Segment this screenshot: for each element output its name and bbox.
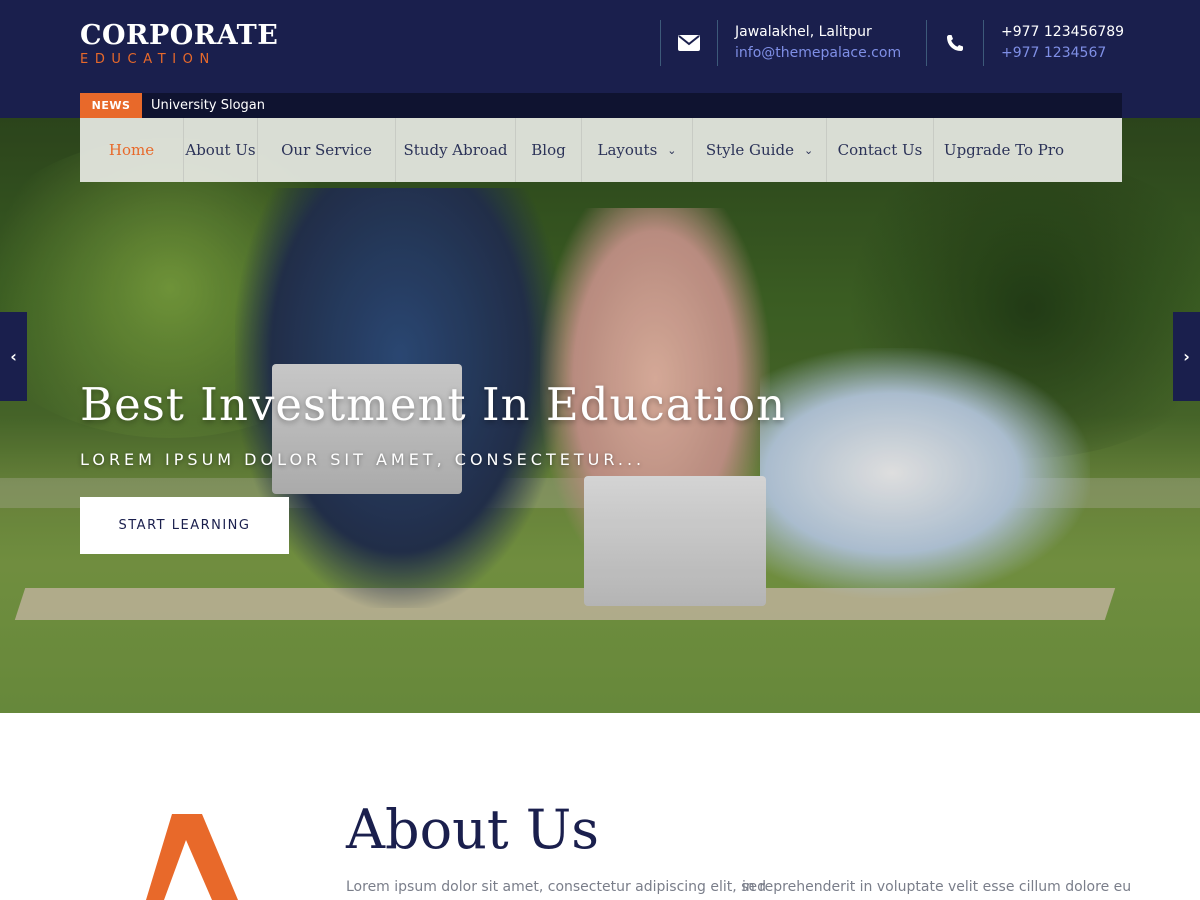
nav-style-guide[interactable]: Style Guide ⌄ xyxy=(693,118,827,182)
nav-our-service[interactable]: Our Service xyxy=(258,118,396,182)
hero-subtitle: LOREM IPSUM DOLOR SIT AMET, CONSECTETUR.… xyxy=(80,450,646,469)
nav-blog-label: Blog xyxy=(531,141,566,159)
chevron-down-icon: ⌄ xyxy=(667,143,677,157)
nav-contact-us-label: Contact Us xyxy=(837,141,923,159)
chevron-left-icon: ‹ xyxy=(10,347,17,366)
hero-title: Best Investment In Education xyxy=(80,378,787,431)
phone-icon xyxy=(926,20,984,66)
news-ticker: NEWS University Slogan xyxy=(80,93,1122,118)
nav-study-abroad-label: Study Abroad xyxy=(403,141,508,159)
nav-upgrade-to-pro-label: Upgrade To Pro xyxy=(943,141,1065,159)
nav-upgrade-to-pro[interactable]: Upgrade To Pro xyxy=(934,118,1074,182)
contact-address-email: Jawalakhel, Lalitpur info@themepalace.co… xyxy=(660,20,901,66)
main-navigation: Home About Us Our Service Study Abroad B… xyxy=(80,118,1122,182)
nav-layouts-label: Layouts xyxy=(597,141,658,159)
logo-subtitle: EDUCATION xyxy=(80,52,216,67)
site-logo[interactable]: CORPORATE EDUCATION xyxy=(80,20,278,68)
phone-number-1[interactable]: +977 123456789 xyxy=(1001,22,1124,43)
nav-our-service-label: Our Service xyxy=(281,141,372,159)
nav-blog[interactable]: Blog xyxy=(516,118,582,182)
chevron-right-icon: › xyxy=(1183,347,1190,366)
nav-about-us[interactable]: About Us xyxy=(184,118,258,182)
phone-number-2[interactable]: +977 1234567 xyxy=(1001,43,1124,64)
hero-slider: Home About Us Our Service Study Abroad B… xyxy=(0,118,1200,713)
news-label: NEWS xyxy=(80,93,142,118)
about-text-col2: in reprehenderit in voluptate velit esse… xyxy=(742,879,1132,895)
nav-home[interactable]: Home xyxy=(80,118,184,182)
about-letter-a-icon xyxy=(140,810,250,900)
nav-study-abroad[interactable]: Study Abroad xyxy=(396,118,516,182)
slider-next-button[interactable]: › xyxy=(1173,312,1200,401)
nav-home-label: Home xyxy=(108,141,155,159)
nav-about-us-label: About Us xyxy=(185,141,256,159)
slider-prev-button[interactable]: ‹ xyxy=(0,312,27,401)
news-text[interactable]: University Slogan xyxy=(142,98,265,113)
contact-phone: +977 123456789 +977 1234567 xyxy=(926,20,1124,66)
nav-layouts[interactable]: Layouts ⌄ xyxy=(582,118,693,182)
start-learning-button[interactable]: START LEARNING xyxy=(80,497,289,554)
nav-contact-us[interactable]: Contact Us xyxy=(827,118,934,182)
logo-title: CORPORATE xyxy=(80,20,279,51)
about-text-col1: Lorem ipsum dolor sit amet, consectetur … xyxy=(346,879,766,895)
email-link[interactable]: info@themepalace.com xyxy=(735,43,901,64)
about-title: About Us xyxy=(346,798,599,861)
nav-style-guide-label: Style Guide xyxy=(705,141,794,159)
envelope-icon xyxy=(660,20,718,66)
site-header: CORPORATE EDUCATION Jawalakhel, Lalitpur… xyxy=(0,0,1200,118)
address-text: Jawalakhel, Lalitpur xyxy=(735,24,872,40)
chevron-down-icon: ⌄ xyxy=(803,143,814,157)
